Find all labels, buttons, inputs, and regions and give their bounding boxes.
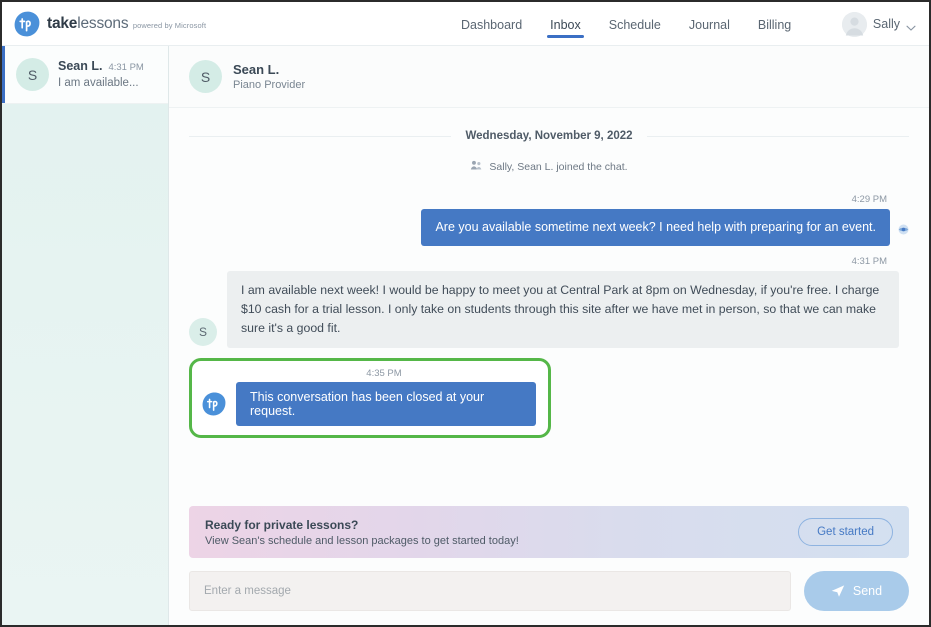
nav-item-inbox[interactable]: Inbox [547, 5, 584, 44]
chat-header: S Sean L. Piano Provider [169, 46, 929, 108]
composer-area: Ready for private lessons? View Sean's s… [169, 506, 929, 625]
message-timestamp: 4:31 PM [851, 255, 887, 267]
conversation-panel: S Sean L. Piano Provider Wednesday, Nove… [169, 46, 929, 625]
message-timestamp: 4:35 PM [366, 368, 402, 380]
promo-subtitle: View Sean's schedule and lesson packages… [205, 534, 519, 547]
nav-item-schedule[interactable]: Schedule [608, 5, 662, 44]
chevron-down-icon [906, 20, 916, 31]
nav-item-dashboard[interactable]: Dashboard [460, 5, 523, 44]
promo-banner: Ready for private lessons? View Sean's s… [189, 506, 909, 558]
takelessons-leaf-logo-icon [202, 392, 226, 416]
chat-contact-name: Sean L. [233, 62, 280, 77]
get-started-button[interactable]: Get started [798, 518, 893, 546]
message-thread[interactable]: Wednesday, November 9, 2022 Sally, Sean … [169, 108, 929, 506]
divider-rule-right [646, 135, 910, 137]
date-divider-label: Wednesday, November 9, 2022 [465, 130, 633, 142]
brand-name: takelessons [47, 15, 129, 32]
nav-item-billing[interactable]: Billing [757, 5, 792, 44]
divider-rule-left [189, 135, 452, 137]
conversation-preview: I am available... [58, 77, 139, 89]
message-bubble: Are you available sometime next week? I … [421, 209, 890, 246]
avatar: S [189, 60, 222, 93]
conversation-sidebar: S Sean L. 4:31 PM I am available... [2, 46, 169, 625]
conversation-name: Sean L. [58, 59, 103, 73]
user-avatar-icon [841, 11, 867, 37]
nav-item-journal[interactable]: Journal [688, 5, 731, 44]
chat-contact-role: Piano Provider [233, 79, 306, 91]
promo-title: Ready for private lessons? [205, 517, 359, 532]
user-menu[interactable]: Sally [841, 2, 916, 46]
conversation-closed-highlight: 4:35 PM This conversation has been close… [189, 358, 551, 439]
message-input[interactable] [189, 571, 791, 611]
conversation-list-item-sean-l[interactable]: S Sean L. 4:31 PM I am available... [2, 46, 168, 104]
avatar: S [189, 318, 217, 347]
avatar: S [16, 58, 49, 91]
paper-plane-icon [831, 584, 845, 598]
main-nav-links: Dashboard Inbox Schedule Journal Billing [460, 2, 792, 46]
message-read-icon [898, 222, 909, 235]
app-window: takelessons powered by Microsoft Dashboa… [0, 0, 931, 627]
people-group-icon [470, 158, 482, 176]
conversation-time: 4:31 PM [108, 62, 144, 73]
message-bubble: I am available next week! I would be hap… [227, 270, 899, 349]
message-incoming: 4:31 PM S I am available next week! I wo… [189, 255, 909, 349]
brand-tagline: powered by Microsoft [132, 21, 207, 30]
system-join-message: Sally, Sean L. joined the chat. [189, 158, 909, 176]
message-outgoing: 4:29 PM Are you available sometime next … [189, 194, 909, 246]
brand-logo[interactable]: takelessons powered by Microsoft [2, 11, 206, 37]
send-button[interactable]: Send [804, 571, 909, 611]
takelessons-leaf-logo-icon [14, 11, 40, 37]
user-name-label: Sally [872, 17, 900, 31]
message-timestamp: 4:29 PM [851, 194, 887, 205]
send-button-label: Send [852, 584, 883, 598]
conversation-closed-message: This conversation has been closed at you… [236, 382, 536, 427]
message-input-row: Send [189, 571, 909, 611]
date-divider: Wednesday, November 9, 2022 [189, 130, 910, 142]
top-navigation-bar: takelessons powered by Microsoft Dashboa… [2, 2, 929, 46]
system-message-text: Sally, Sean L. joined the chat. [489, 161, 628, 173]
